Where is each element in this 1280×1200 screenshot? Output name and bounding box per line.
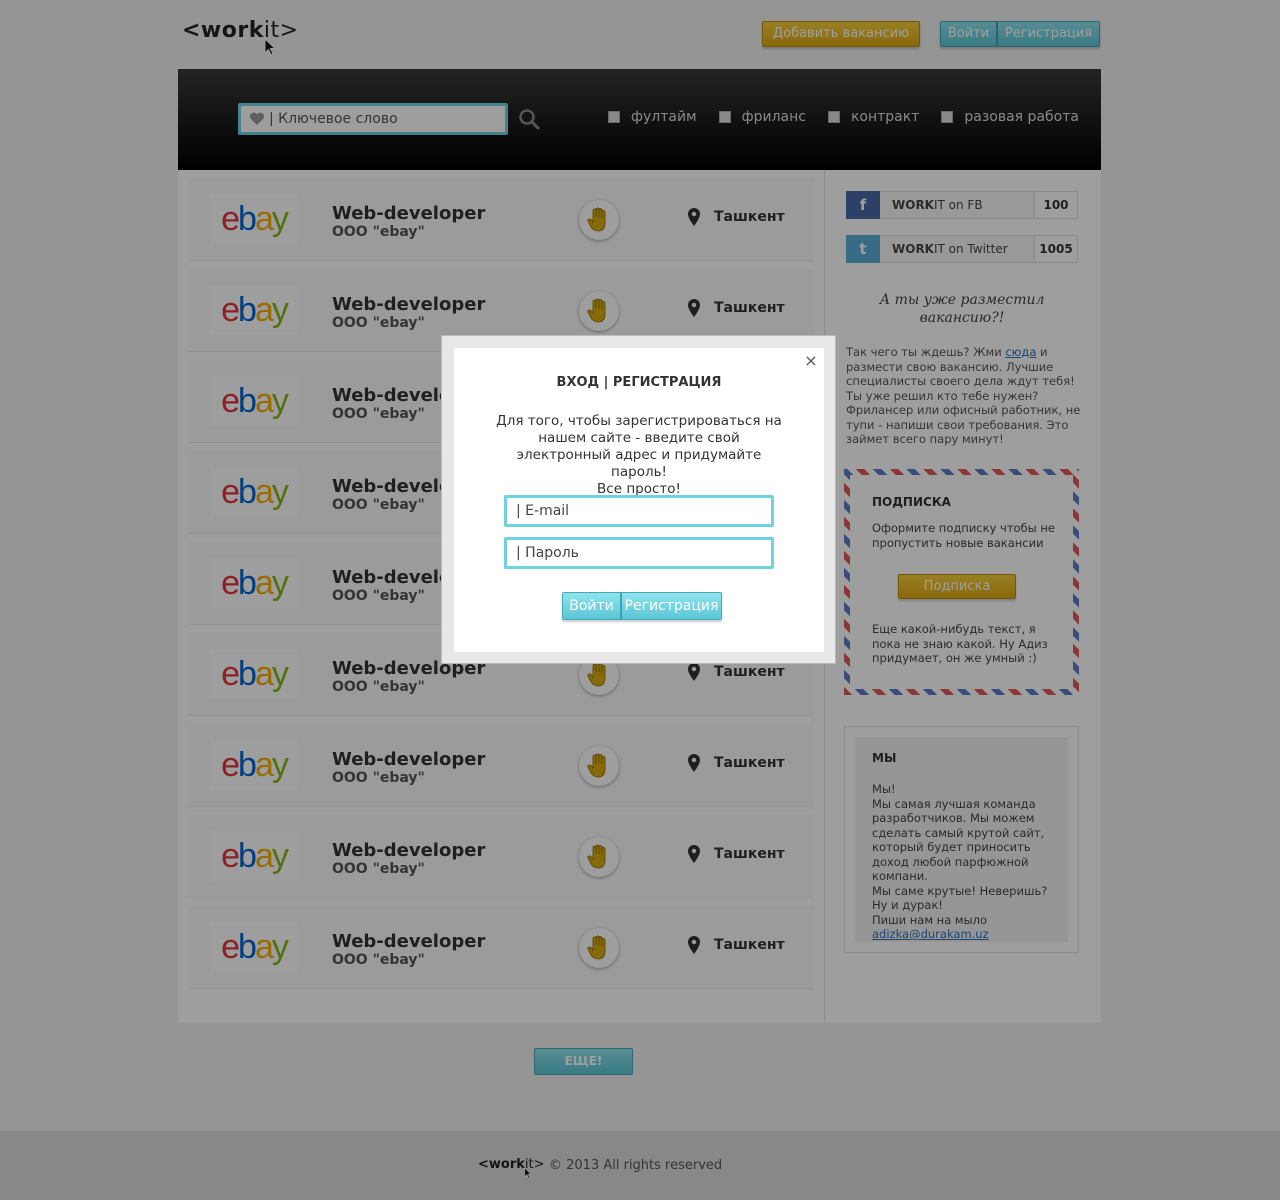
modal-login-button[interactable]: Войти	[562, 592, 621, 620]
login-modal-frame: × ВХОД | РЕГИСТРАЦИЯ Для того, чтобы зар…	[441, 335, 836, 664]
modal-button-group: Войти Регистрация	[562, 592, 722, 620]
modal-description: Для того, чтобы зарегистрироваться на на…	[496, 413, 782, 497]
login-modal: × ВХОД | РЕГИСТРАЦИЯ Для того, чтобы зар…	[454, 348, 824, 652]
modal-register-button[interactable]: Регистрация	[621, 592, 722, 620]
email-field[interactable]: | E-mail	[504, 495, 774, 527]
close-icon[interactable]: ×	[804, 353, 818, 369]
modal-title: ВХОД | РЕГИСТРАЦИЯ	[556, 375, 722, 390]
password-field[interactable]: | Пароль	[504, 537, 774, 569]
